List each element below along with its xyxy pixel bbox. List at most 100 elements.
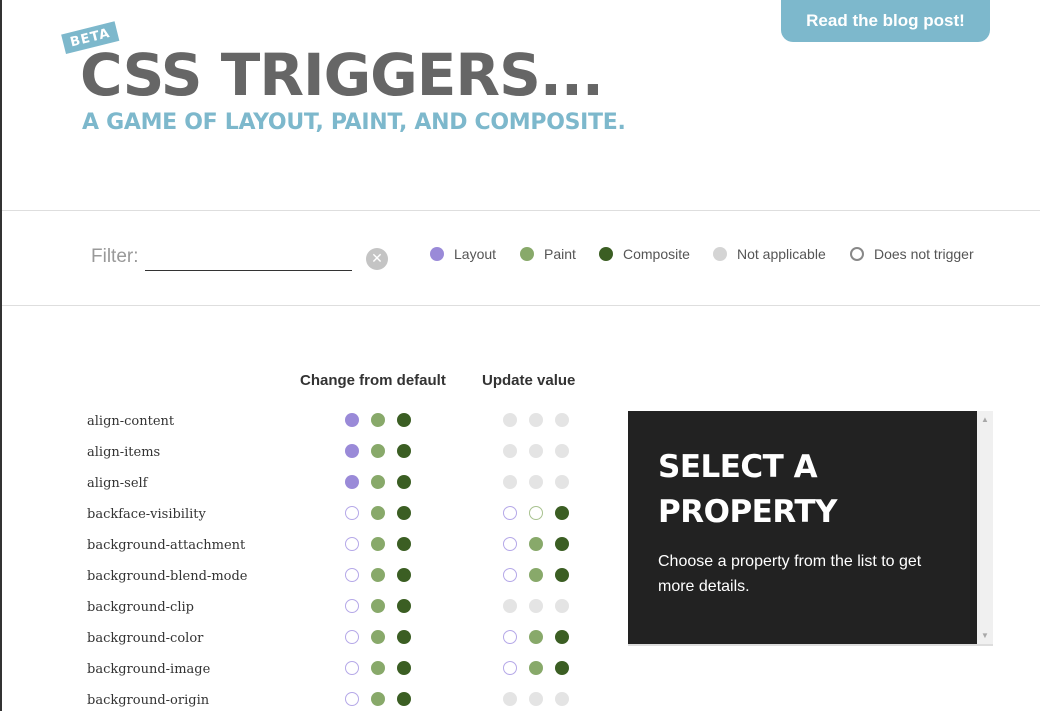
legend-item-composite: Composite: [599, 246, 690, 262]
property-row-label[interactable]: backface-visibility: [87, 507, 206, 522]
update-status-dot-icon: [529, 413, 543, 427]
change-status-dot-icon: [345, 475, 359, 489]
update-status-dot-icon: [529, 475, 543, 489]
column-header-change-from-default: Change from default: [300, 372, 446, 389]
legend-label-composite: Composite: [623, 246, 690, 262]
change-status-dot-icon: [371, 413, 385, 427]
property-row-label[interactable]: background-attachment: [87, 538, 245, 553]
panel-title: SELECT A PROPERTY: [658, 449, 837, 530]
legend-label-not-applicable: Not applicable: [737, 246, 826, 262]
clear-filter-icon[interactable]: ✕: [366, 248, 388, 270]
update-status-dot-icon: [529, 537, 543, 551]
update-status-dot-icon: [503, 692, 517, 706]
change-status-dot-icon: [345, 568, 359, 582]
update-status-dot-icon: [555, 599, 569, 613]
change-status-dot-icon: [397, 661, 411, 675]
panel-scrollbar[interactable]: ▲ ▼: [977, 411, 993, 644]
legend-item-does-not-trigger: Does not trigger: [850, 246, 974, 262]
divider-top: [2, 210, 1040, 211]
update-status-dot-icon: [529, 506, 543, 520]
update-status-dot-icon: [555, 444, 569, 458]
property-row-label[interactable]: background-image: [87, 662, 210, 677]
scroll-down-arrow-icon[interactable]: ▼: [981, 631, 989, 640]
property-row-label[interactable]: align-self: [87, 476, 148, 491]
not-applicable-dot-icon: [713, 247, 727, 261]
property-row-label[interactable]: background-origin: [87, 693, 209, 708]
change-status-dot-icon: [371, 537, 385, 551]
update-status-dot-icon: [503, 630, 517, 644]
update-status-dot-icon: [555, 692, 569, 706]
update-status-dot-icon: [529, 630, 543, 644]
update-status-dot-icon: [503, 444, 517, 458]
change-status-dot-icon: [397, 444, 411, 458]
update-status-dot-icon: [555, 475, 569, 489]
update-status-dot-icon: [555, 568, 569, 582]
change-status-dot-icon: [345, 506, 359, 520]
legend-label-layout: Layout: [454, 246, 497, 262]
property-row-label[interactable]: align-items: [87, 445, 160, 460]
change-status-dot-icon: [371, 692, 385, 706]
layout-dot-icon: [430, 247, 444, 261]
change-status-dot-icon: [397, 630, 411, 644]
divider-bottom: [2, 305, 1040, 306]
update-status-dot-icon: [529, 568, 543, 582]
change-status-dot-icon: [371, 444, 385, 458]
paint-dot-icon: [520, 247, 534, 261]
property-detail-panel: SELECT A PROPERTY Choose a property from…: [628, 411, 977, 644]
update-status-dot-icon: [503, 537, 517, 551]
legend-label-does-not-trigger: Does not trigger: [874, 246, 974, 262]
change-status-dot-icon: [345, 444, 359, 458]
change-status-dot-icon: [397, 599, 411, 613]
change-status-dot-icon: [345, 661, 359, 675]
composite-dot-icon: [599, 247, 613, 261]
change-status-dot-icon: [371, 630, 385, 644]
change-status-dot-icon: [345, 413, 359, 427]
change-status-dot-icon: [345, 630, 359, 644]
change-status-dot-icon: [345, 599, 359, 613]
change-status-dot-icon: [371, 568, 385, 582]
property-row-label[interactable]: background-clip: [87, 600, 194, 615]
scroll-up-arrow-icon[interactable]: ▲: [981, 415, 989, 424]
update-status-dot-icon: [555, 661, 569, 675]
property-row-label[interactable]: background-color: [87, 631, 203, 646]
property-row-label[interactable]: background-blend-mode: [87, 569, 247, 584]
does-not-trigger-dot-icon: [850, 247, 864, 261]
update-status-dot-icon: [503, 506, 517, 520]
change-status-dot-icon: [371, 661, 385, 675]
change-status-dot-icon: [397, 692, 411, 706]
change-status-dot-icon: [397, 506, 411, 520]
legend-item-layout: Layout: [430, 246, 496, 262]
update-status-dot-icon: [555, 630, 569, 644]
legend-label-paint: Paint: [544, 246, 576, 262]
change-status-dot-icon: [397, 475, 411, 489]
update-status-dot-icon: [555, 413, 569, 427]
change-status-dot-icon: [345, 692, 359, 706]
panel-description: Choose a property from the list to get m…: [658, 553, 922, 595]
update-status-dot-icon: [503, 475, 517, 489]
read-blog-post-button[interactable]: Read the blog post!: [781, 0, 990, 42]
page-title: CSS TRIGGERS...: [80, 41, 604, 109]
filter-label: Filter:: [91, 246, 139, 267]
change-status-dot-icon: [371, 475, 385, 489]
property-row-label[interactable]: align-content: [87, 414, 174, 429]
change-status-dot-icon: [397, 537, 411, 551]
update-status-dot-icon: [503, 413, 517, 427]
update-status-dot-icon: [555, 537, 569, 551]
change-status-dot-icon: [371, 599, 385, 613]
change-status-dot-icon: [371, 506, 385, 520]
filter-input[interactable]: [145, 246, 352, 271]
legend-item-paint: Paint: [520, 246, 576, 262]
change-status-dot-icon: [397, 568, 411, 582]
update-status-dot-icon: [503, 661, 517, 675]
panel-shadow: [628, 644, 993, 646]
update-status-dot-icon: [555, 506, 569, 520]
update-status-dot-icon: [503, 599, 517, 613]
change-status-dot-icon: [345, 537, 359, 551]
column-header-update-value: Update value: [482, 372, 576, 389]
update-status-dot-icon: [529, 444, 543, 458]
page-subtitle: A GAME OF LAYOUT, PAINT, AND COMPOSITE.: [82, 110, 626, 135]
legend-item-not-applicable: Not applicable: [713, 246, 826, 262]
update-status-dot-icon: [529, 661, 543, 675]
update-status-dot-icon: [503, 568, 517, 582]
update-status-dot-icon: [529, 599, 543, 613]
